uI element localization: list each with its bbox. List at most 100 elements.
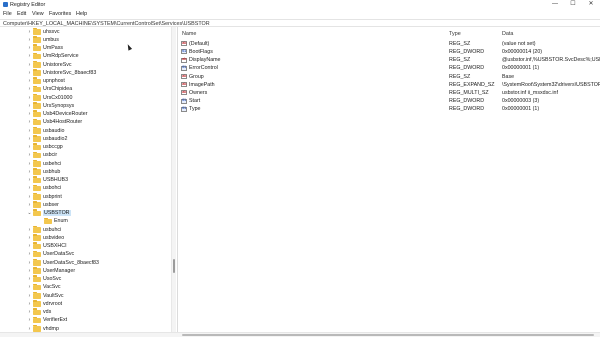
menu-file[interactable]: File (3, 11, 12, 17)
tree-item-userdatasvc-8baecf83[interactable]: › UserDataSvc_8baecf83 (0, 258, 170, 267)
chevron-right-icon[interactable]: › (27, 260, 32, 266)
tree-item-usermanager[interactable]: › UserManager (0, 267, 170, 275)
tree-item-urscx01000[interactable]: › UrsCx01000 (0, 93, 170, 102)
tree-item-unistoresvc-8baecf83[interactable]: › UnistoreSvc_8baecf83 (0, 69, 170, 77)
chevron-right-icon[interactable]: › (27, 103, 32, 109)
tree-item-vaultsvc[interactable]: › VaultSvc (0, 291, 170, 300)
horizontal-scrollbar[interactable] (0, 332, 600, 337)
value-row[interactable]: ImagePath REG_EXPAND_SZ \SystemRoot\System… (178, 81, 600, 89)
chevron-right-icon[interactable]: › (27, 62, 32, 68)
address-bar[interactable]: Computer\HKEY_LOCAL_MACHINE\SYSTEM\Curre… (0, 19, 600, 27)
chevron-right-icon[interactable]: › (27, 318, 32, 323)
horizontal-scrollbar-thumb[interactable] (182, 334, 594, 336)
value-row[interactable]: DisplayName REG_SZ @usbstor.inf,%USBSTOR.S… (178, 56, 600, 64)
tree-item-verifierext[interactable]: › VerifierExt (0, 316, 170, 325)
chevron-right-icon[interactable]: › (27, 326, 32, 332)
tree-item-umpass[interactable]: › UmPass (0, 44, 170, 53)
tree-item-usb4devicerouter[interactable]: › Usb4DeviceRouter (0, 110, 170, 119)
column-header-data[interactable]: Data (502, 31, 513, 37)
chevron-right-icon[interactable]: › (27, 194, 32, 200)
chevron-right-icon[interactable]: › (27, 29, 32, 35)
chevron-right-icon[interactable]: › (27, 235, 32, 241)
chevron-right-icon[interactable]: › (27, 153, 32, 158)
tree-item-usbxhci[interactable]: › USBXHCI (0, 242, 170, 251)
value-row[interactable]: BootFlags REG_DWORD 0x00000014 (20) (178, 48, 600, 56)
maximize-button[interactable]: ☐ (566, 0, 580, 9)
tree-item-umrdpservice[interactable]: › UmRdpService (0, 52, 170, 61)
tree-item-uhssvc[interactable]: › uhssvc (0, 27, 170, 36)
tree-item-usbser[interactable]: › usbser (0, 201, 170, 209)
menu-view[interactable]: View (32, 11, 44, 17)
chevron-right-icon[interactable]: › (27, 202, 32, 208)
tree-item-vacsvc[interactable]: › VacSvc (0, 283, 170, 292)
tree-item-usbccgp[interactable]: › usbccgp (0, 143, 170, 152)
tree-item-usbaudio[interactable]: › usbaudio (0, 126, 170, 135)
chevron-right-icon[interactable]: › (27, 301, 32, 307)
tree-item-usbohci[interactable]: › usbohci (0, 184, 170, 193)
tree-item-vds[interactable]: › vds (0, 308, 170, 317)
column-header-type[interactable]: Type (449, 31, 461, 37)
tree-item-umbus[interactable]: › umbus (0, 36, 170, 44)
menu-favorites[interactable]: Favorites (49, 11, 71, 17)
value-row[interactable]: Owners REG_MULTI_SZ usbstor.inf ii_msxdsc.… (178, 89, 600, 97)
tree-item-vdrvroot[interactable]: › vdrvroot (0, 300, 170, 308)
chevron-right-icon[interactable]: › (27, 244, 32, 249)
tree-item-usbvideo[interactable]: › usbvideo (0, 234, 170, 242)
chevron-right-icon[interactable]: › (27, 128, 32, 134)
menu-help[interactable]: Help (76, 11, 87, 17)
chevron-right-icon[interactable]: › (27, 112, 32, 117)
tree-item-vhdmp[interactable]: › vhdmp (0, 324, 170, 332)
tree-item-usb4hostrouter[interactable]: › Usb4HostRouter (0, 118, 170, 127)
chevron-right-icon[interactable]: › (27, 268, 32, 274)
tree-item-usbhub3[interactable]: › USBHUB3 (0, 176, 170, 185)
tree-item-usbehci[interactable]: › usbehci (0, 159, 170, 168)
tree-item-usbaudio2[interactable]: › usbaudio2 (0, 135, 170, 143)
chevron-right-icon[interactable]: › (27, 285, 32, 290)
tree-item-usbuhci[interactable]: › usbuhci (0, 225, 170, 234)
chevron-right-icon[interactable]: › (27, 310, 32, 315)
tree-item-usbprint[interactable]: › usbprint (0, 192, 170, 201)
tree-item-upnphost[interactable]: › upnphost (0, 77, 170, 86)
key-tree-pane[interactable]: › uhssvc › umbus › UmPass › UmRdpService › Unisto… (0, 27, 171, 332)
tree-item-urssynopsys[interactable]: › UrsSynopsys (0, 102, 170, 110)
values-pane[interactable]: Name Type Data (Default) REG_SZ (value not… (178, 27, 600, 332)
chevron-right-icon[interactable]: › (27, 95, 32, 101)
value-row[interactable]: (Default) REG_SZ (value not set) (178, 40, 600, 48)
chevron-right-icon[interactable]: › (27, 120, 32, 125)
chevron-right-icon[interactable]: › (27, 79, 32, 84)
tree-item-urschipidea[interactable]: › UrsChipidea (0, 85, 170, 94)
chevron-right-icon[interactable]: › (27, 161, 32, 167)
chevron-right-icon[interactable]: › (27, 178, 32, 183)
minimize-button[interactable]: — (548, 0, 562, 9)
tree-item-enum[interactable]: Enum (0, 217, 170, 226)
chevron-right-icon[interactable]: › (27, 54, 32, 59)
value-row[interactable]: Start REG_DWORD 0x00000003 (3) (178, 97, 600, 105)
tree-vertical-scrollbar[interactable] (171, 27, 176, 332)
chevron-right-icon[interactable]: › (27, 227, 32, 233)
chevron-right-icon[interactable]: › (27, 37, 32, 43)
column-header-name[interactable]: Name (182, 31, 196, 37)
chevron-right-icon[interactable]: › (27, 70, 32, 76)
chevron-right-icon[interactable]: › (27, 277, 32, 282)
chevron-right-icon[interactable]: › (27, 186, 32, 191)
value-row[interactable]: ErrorControl REG_DWORD 0x00000001 (1) (178, 65, 600, 73)
tree-item-usbstor[interactable]: ⌄ USBSTOR (0, 209, 170, 218)
tree-item-usosvc[interactable]: › UsoSvc (0, 275, 170, 284)
value-row[interactable]: Group REG_SZ Base (178, 73, 600, 81)
chevron-right-icon[interactable]: › (27, 293, 32, 299)
chevron-down-icon[interactable]: ⌄ (27, 211, 32, 216)
tree-scrollbar-thumb[interactable] (173, 259, 175, 273)
chevron-right-icon[interactable]: › (27, 169, 32, 175)
tree-item-userdatasvc[interactable]: › UserDataSvc (0, 250, 170, 259)
tree-item-usbcir[interactable]: › usbcir (0, 151, 170, 160)
tree-item-unistoresvc[interactable]: › UnistoreSvc (0, 60, 170, 69)
chevron-right-icon[interactable]: › (27, 136, 32, 142)
tree-item-usbhub[interactable]: › usbhub (0, 168, 170, 176)
value-row[interactable]: Type REG_DWORD 0x00000001 (1) (178, 106, 600, 114)
close-button[interactable]: ✕ (584, 0, 598, 9)
menu-edit[interactable]: Edit (17, 11, 26, 17)
chevron-right-icon[interactable]: › (27, 145, 32, 150)
chevron-right-icon[interactable]: › (27, 87, 32, 92)
chevron-right-icon[interactable]: › (27, 252, 32, 257)
chevron-right-icon[interactable]: › (27, 46, 32, 51)
